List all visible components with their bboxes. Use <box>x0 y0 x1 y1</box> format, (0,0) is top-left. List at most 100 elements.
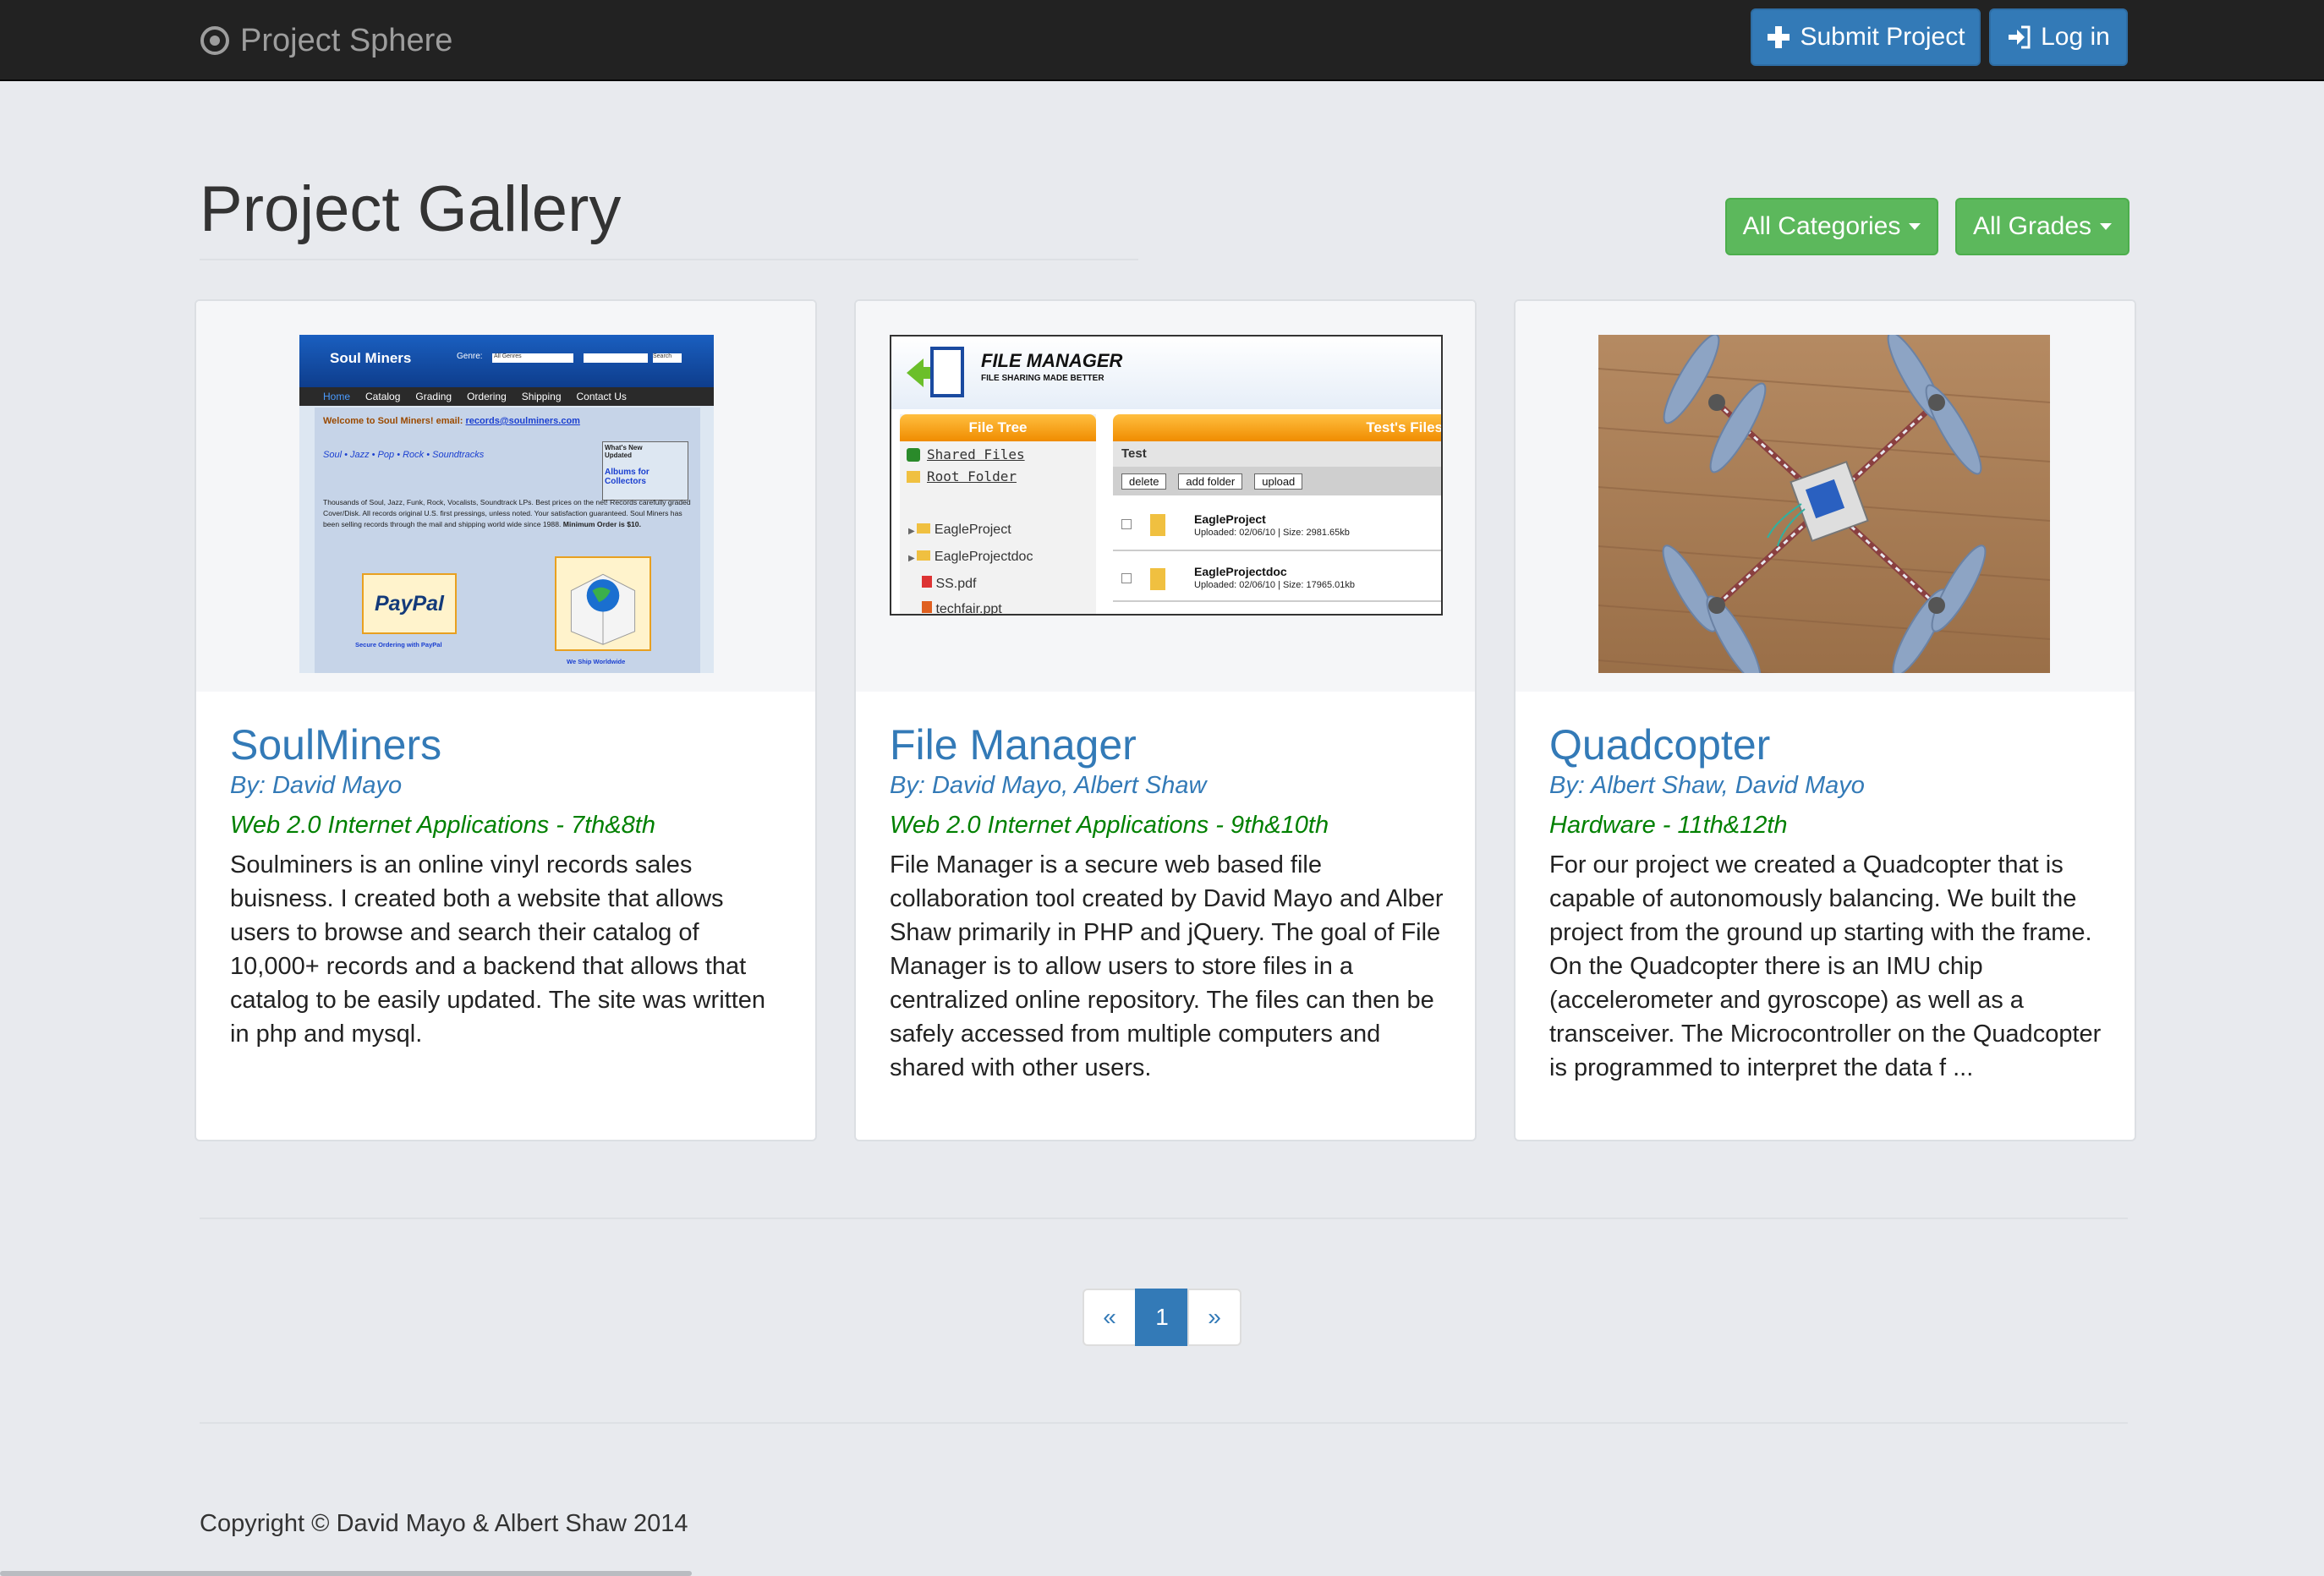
thumb-file-row: EagleProject Uploaded: 02/06/10 | Size: … <box>1113 502 1441 551</box>
footer-copyright: Copyright © David Mayo & Albert Shaw 201… <box>200 1510 688 1537</box>
thumb-folder-name: Test <box>1113 441 1441 467</box>
footer-divider <box>200 1422 2128 1424</box>
section-divider <box>200 1218 2128 1219</box>
thumb-root-link: Root Folder <box>927 468 1017 484</box>
paypal-wordmark: PayPal <box>374 591 444 616</box>
thumb-nav-item: Ordering <box>467 391 507 402</box>
thumb-file-name: EagleProjectdoc <box>1194 565 1287 578</box>
login-button[interactable]: Log in <box>1989 8 2128 66</box>
soulminers-screenshot[interactable]: Soul Miners Genre: All Genres Search Hom… <box>299 335 714 673</box>
thumb-whats-new: What's New Updated <box>605 444 643 459</box>
project-thumbnail-area <box>1516 301 2135 692</box>
thumb-root-row: Root Folder <box>907 468 1017 484</box>
pagination-prev[interactable]: « <box>1083 1289 1137 1346</box>
brand-label: Project Sphere <box>240 22 453 58</box>
submit-project-label: Submit Project <box>1800 23 1965 51</box>
project-description: Soulminers is an online vinyl records sa… <box>230 851 766 1048</box>
brand-link[interactable]: Project Sphere <box>200 19 452 63</box>
tree-item: techfair.ppt <box>908 597 1033 616</box>
thumb-toolbar: delete add folder upload <box>1113 467 1441 495</box>
project-thumbnail-area: Soul Miners Genre: All Genres Search Hom… <box>196 301 815 692</box>
tree-item: SS.pdf <box>908 572 1033 597</box>
thumb-albums: Albums for Collectors <box>605 468 650 486</box>
tree-item-label: SS.pdf <box>935 577 977 591</box>
folder-icon <box>917 523 931 534</box>
paypal-logo: PayPal <box>362 573 457 634</box>
caret-down-icon <box>2100 223 2113 230</box>
thumb-app-title: FILE MANAGER <box>981 350 1123 371</box>
caret-down-icon <box>1909 223 1921 230</box>
project-authors: By: David Mayo <box>230 772 403 799</box>
share-icon <box>907 447 920 462</box>
plus-icon <box>1768 26 1790 48</box>
thumb-add-folder-button: add folder <box>1178 473 1243 490</box>
pagination: « 1 » <box>1083 1289 1241 1346</box>
thumb-file-name: EagleProject <box>1194 512 1266 526</box>
thumb-whats-new-box: What's New Updated Albums for Collectors <box>602 441 688 501</box>
thumb-tree-header: File Tree <box>900 414 1096 441</box>
project-category: Web 2.0 Internet Applications - 9th&10th <box>890 812 1329 839</box>
top-navbar: Project Sphere Submit Project Log in <box>0 0 2324 81</box>
tree-item: ▶ EagleProjectdoc <box>908 550 1033 564</box>
thumb-site-name: Soul Miners <box>330 350 412 366</box>
project-card[interactable]: FILE MANAGER FILE SHARING MADE BETTER Fi… <box>854 299 1477 1141</box>
horizontal-scrollbar[interactable] <box>0 1571 692 1576</box>
ppt-file-icon <box>922 601 932 613</box>
thumb-welcome-text: Welcome to Soul Miners! email: <box>323 416 463 426</box>
file-manager-screenshot[interactable]: FILE MANAGER FILE SHARING MADE BETTER Fi… <box>890 335 1443 616</box>
thumb-shared-row: Shared Files <box>907 446 1025 462</box>
thumb-tagline: FILE SHARING MADE BETTER <box>981 374 1104 383</box>
project-category: Web 2.0 Internet Applications - 7th&8th <box>230 812 655 839</box>
tree-item: ▶ EagleProject <box>908 523 1011 537</box>
folder-icon <box>907 470 920 483</box>
thumb-min-order: Minimum Order is $10. <box>562 520 641 528</box>
pagination-next[interactable]: » <box>1187 1289 1241 1346</box>
project-card-body: File Manager By: David Mayo, Albert Shaw… <box>890 722 1448 1085</box>
thumb-file-row: EagleProjectdoc Uploaded: 02/06/10 | Siz… <box>1113 553 1441 602</box>
thumb-nav-item: Home <box>323 391 351 402</box>
folder-icon <box>917 550 931 561</box>
project-card[interactable]: Soul Miners Genre: All Genres Search Hom… <box>195 299 817 1141</box>
thumb-shared-link: Shared Files <box>927 446 1025 462</box>
thumb-paypal-caption: Secure Ordering with PayPal <box>355 641 442 648</box>
thumb-search-button: Search <box>653 353 682 363</box>
thumb-body: Thousands of Soul, Jazz, Funk, Rock, Voc… <box>323 497 695 530</box>
thumb-nav-item: Grading <box>415 391 452 402</box>
project-category: Hardware - 11th&12th <box>1549 812 1788 839</box>
submit-project-button[interactable]: Submit Project <box>1751 8 1981 66</box>
thumb-welcome: Welcome to Soul Miners! email: records@s… <box>323 416 580 426</box>
project-title-link[interactable]: SoulMiners <box>230 722 788 769</box>
thumb-nav-item: Shipping <box>521 391 562 402</box>
thumb-nav-item: Catalog <box>365 391 401 402</box>
folder-icon <box>1150 514 1165 536</box>
tree-item-label: EagleProjectdoc <box>934 550 1033 564</box>
login-label: Log in <box>2041 23 2110 51</box>
quadcopter-photo[interactable] <box>1598 335 2050 673</box>
categories-dropdown[interactable]: All Categories <box>1725 198 1938 255</box>
thumb-file-meta: Uploaded: 02/06/10 | Size: 2981.65kb <box>1194 528 1350 538</box>
thumb-nav-item: Contact Us <box>576 391 627 402</box>
title-divider <box>200 259 1138 260</box>
folder-icon <box>1150 568 1165 590</box>
project-authors: By: Albert Shaw, David Mayo <box>1549 772 1865 799</box>
grades-dropdown[interactable]: All Grades <box>1955 198 2129 255</box>
project-title-link[interactable]: File Manager <box>890 722 1448 769</box>
project-title-link[interactable]: Quadcopter <box>1549 722 2107 769</box>
grades-dropdown-label: All Grades <box>1972 212 2092 240</box>
thumb-upload-button: upload <box>1254 473 1303 490</box>
thumb-files-header: Test's Files <box>1113 414 1441 441</box>
project-description: For our project we created a Quadcopter … <box>1549 851 2102 1081</box>
pagination-page-1[interactable]: 1 <box>1135 1289 1189 1346</box>
login-icon <box>2009 25 2031 49</box>
thumb-tree-list: ▶ EagleProject ▶ EagleProjectdoc SS.pdf … <box>908 517 1033 616</box>
project-thumbnail-area: FILE MANAGER FILE SHARING MADE BETTER Fi… <box>856 301 1475 692</box>
tree-item-label: EagleProject <box>934 523 1011 537</box>
file-manager-logo-icon <box>907 347 964 397</box>
thumb-genre-select: All Genres <box>492 353 573 363</box>
target-icon <box>200 26 229 55</box>
tree-item-label: techfair.ppt <box>935 602 1002 616</box>
thumb-genres: Soul • Jazz • Pop • Rock • Soundtracks <box>323 450 485 460</box>
project-card[interactable]: Quadcopter By: Albert Shaw, David Mayo H… <box>1514 299 2136 1141</box>
thumb-ship-caption: We Ship Worldwide <box>567 658 626 665</box>
globe-icon <box>570 573 636 645</box>
